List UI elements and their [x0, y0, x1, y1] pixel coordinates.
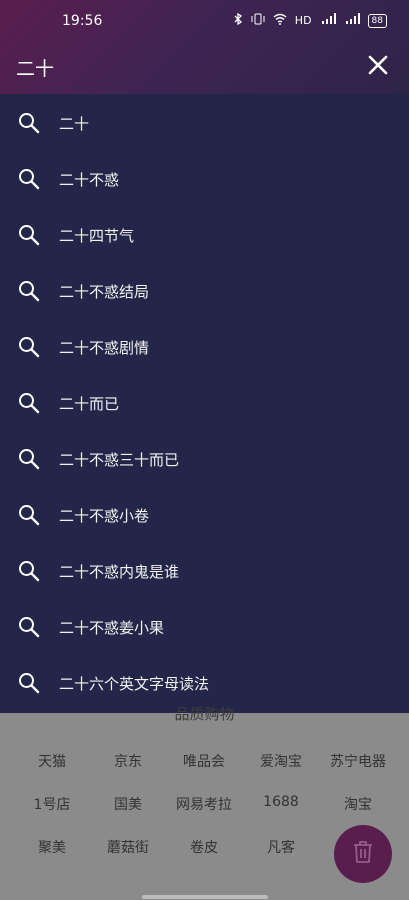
suggestion-item[interactable]: 二十不惑结局 [0, 263, 409, 319]
shop-link[interactable]: 京东 [89, 751, 167, 771]
shop-link[interactable]: 淘宝 [319, 794, 397, 814]
suggestion-label: 二十不惑 [59, 170, 120, 189]
suggestion-item[interactable]: 二十不惑 [0, 151, 409, 207]
bluetooth-icon [233, 12, 243, 28]
suggestion-label: 二十不惑内鬼是谁 [59, 562, 180, 581]
suggestion-label: 二十不惑三十而已 [59, 450, 180, 469]
search-icon [17, 167, 41, 191]
search-icon [17, 391, 41, 415]
shop-link[interactable]: 苏宁电器 [319, 751, 397, 771]
signal-5g-icon [320, 13, 336, 28]
close-icon[interactable] [365, 52, 391, 78]
suggestion-label: 二十不惑姜小果 [59, 618, 165, 637]
search-icon [17, 279, 41, 303]
suggestion-item[interactable]: 二十不惑内鬼是谁 [0, 543, 409, 599]
status-bar: 19:56 HD 88 [0, 0, 409, 44]
shop-link[interactable]: 唯品会 [165, 751, 243, 771]
suggestion-label: 二十不惑结局 [59, 282, 150, 301]
suggestion-item[interactable]: 二十不惑剧情 [0, 319, 409, 375]
header: 19:56 HD 88 二十 [0, 0, 409, 94]
signal-4g-icon [344, 13, 360, 28]
section-title: 品质购物 [174, 705, 235, 723]
delete-button[interactable] [334, 825, 392, 883]
suggestion-label: 二十不惑小卷 [59, 506, 150, 525]
search-icon [17, 223, 41, 247]
shop-link[interactable]: 1688 [242, 794, 320, 810]
suggestion-item[interactable]: 二十不惑三十而已 [0, 431, 409, 487]
home-indicator[interactable] [142, 895, 268, 899]
network-label: HD [294, 14, 312, 27]
shop-link[interactable]: 天猫 [13, 751, 91, 771]
search-icon [17, 615, 41, 639]
shop-link[interactable]: 1号店 [13, 794, 91, 814]
shop-link[interactable]: 聚美 [13, 837, 91, 857]
search-icon [17, 559, 41, 583]
shop-link[interactable]: 卷皮 [165, 837, 243, 857]
battery-indicator: 88 [367, 13, 387, 28]
suggestion-label: 二十不惑剧情 [59, 338, 150, 357]
search-icon [17, 111, 41, 135]
shop-link[interactable]: 网易考拉 [165, 794, 243, 814]
shop-link[interactable]: 凡客 [242, 837, 320, 857]
suggestion-label: 二十 [59, 114, 90, 133]
search-icon [17, 335, 41, 359]
suggestion-label: 二十而已 [59, 394, 120, 413]
status-time: 19:56 [62, 13, 103, 29]
shop-link[interactable]: 国美 [89, 794, 167, 814]
suggestion-item[interactable]: 二十而已 [0, 375, 409, 431]
suggestion-item[interactable]: 二十不惑姜小果 [0, 599, 409, 655]
status-icons: HD 88 [233, 12, 387, 28]
trash-icon [352, 840, 374, 868]
suggestion-label: 二十四节气 [59, 226, 135, 245]
shop-link[interactable]: 蘑菇街 [89, 837, 167, 857]
wifi-icon [273, 13, 287, 28]
search-input[interactable]: 二十 [16, 54, 54, 81]
search-icon [17, 503, 41, 527]
suggestion-item[interactable]: 二十不惑小卷 [0, 487, 409, 543]
shop-link[interactable]: 爱淘宝 [242, 751, 320, 771]
suggestion-label: 二十六个英文字母读法 [59, 674, 210, 693]
search-icon [17, 447, 41, 471]
search-icon [17, 671, 41, 695]
suggestion-list: 二十 二十不惑 二十四节气 二十不惑结局 二十不惑剧情 二十而已 二十不惑三十而… [0, 94, 409, 713]
suggestion-item[interactable]: 二十四节气 [0, 207, 409, 263]
vibrate-icon [251, 13, 265, 28]
suggestion-item[interactable]: 二十 [0, 95, 409, 151]
